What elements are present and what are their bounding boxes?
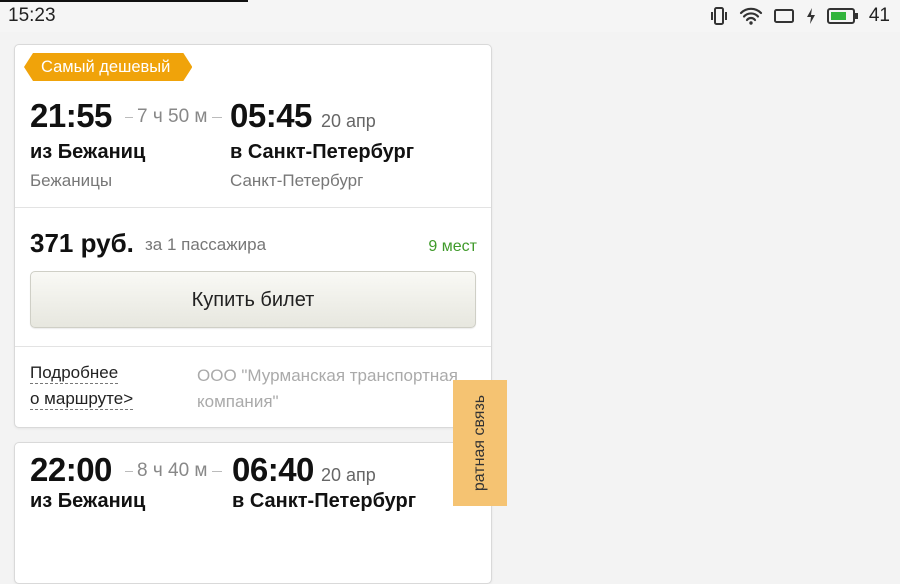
route-details-link-line1[interactable]: Подробнее [30, 363, 119, 384]
screen-rotation-icon [773, 7, 795, 25]
status-bar-accent-line [0, 0, 248, 2]
status-bar: 15:23 41 [0, 0, 900, 32]
departure-city: из Бежаниц [30, 490, 146, 512]
departure-time: 22:00 [30, 451, 112, 488]
arrival-date: 20 апр [321, 465, 376, 485]
vibrate-icon [709, 6, 729, 26]
route-details-link-line2[interactable]: о маршруте> [30, 389, 134, 410]
wifi-icon [739, 6, 763, 26]
arrival-city: в Санкт-Петербург [230, 141, 415, 163]
status-icons: 41 [709, 4, 890, 28]
card-divider [15, 346, 491, 347]
buy-ticket-button[interactable]: Купить билет [30, 271, 476, 328]
arrival-date: 20 апр [321, 111, 376, 131]
battery-icon [826, 7, 859, 25]
charging-icon [805, 7, 817, 25]
arrival-city: в Санкт-Петербург [232, 490, 417, 512]
seats-available: 9 мест [428, 238, 477, 255]
trip-card[interactable]: Самый дешевый 21:55 7 ч 50 м 05:45 20 ап… [14, 44, 492, 428]
feedback-tab[interactable]: ратная связь [453, 380, 507, 506]
status-time: 15:23 [8, 5, 56, 26]
departure-time: 21:55 [30, 97, 112, 134]
trip-card[interactable]: 22:00 8 ч 40 м 06:40 20 апр из Бежаниц в… [14, 442, 492, 584]
ticket-price: 371 руб. [30, 228, 134, 258]
arrival-time: 06:40 [232, 451, 314, 488]
card-divider [15, 207, 491, 208]
arrival-station: Санкт-Петербург [230, 171, 364, 190]
departure-station: Бежаницы [30, 171, 113, 190]
trip-duration: 8 ч 40 м [121, 460, 226, 482]
cheapest-badge: Самый дешевый [24, 53, 192, 81]
trip-duration: 7 ч 50 м [121, 106, 226, 128]
arrival-time: 05:45 [230, 97, 312, 134]
battery-level: 41 [868, 5, 890, 26]
departure-city: из Бежаниц [30, 141, 146, 163]
price-note: за 1 пассажира [145, 235, 267, 254]
carrier-name: ООО "Мурманская транспортная компания" [197, 366, 458, 411]
feedback-label: ратная связь [471, 394, 488, 492]
